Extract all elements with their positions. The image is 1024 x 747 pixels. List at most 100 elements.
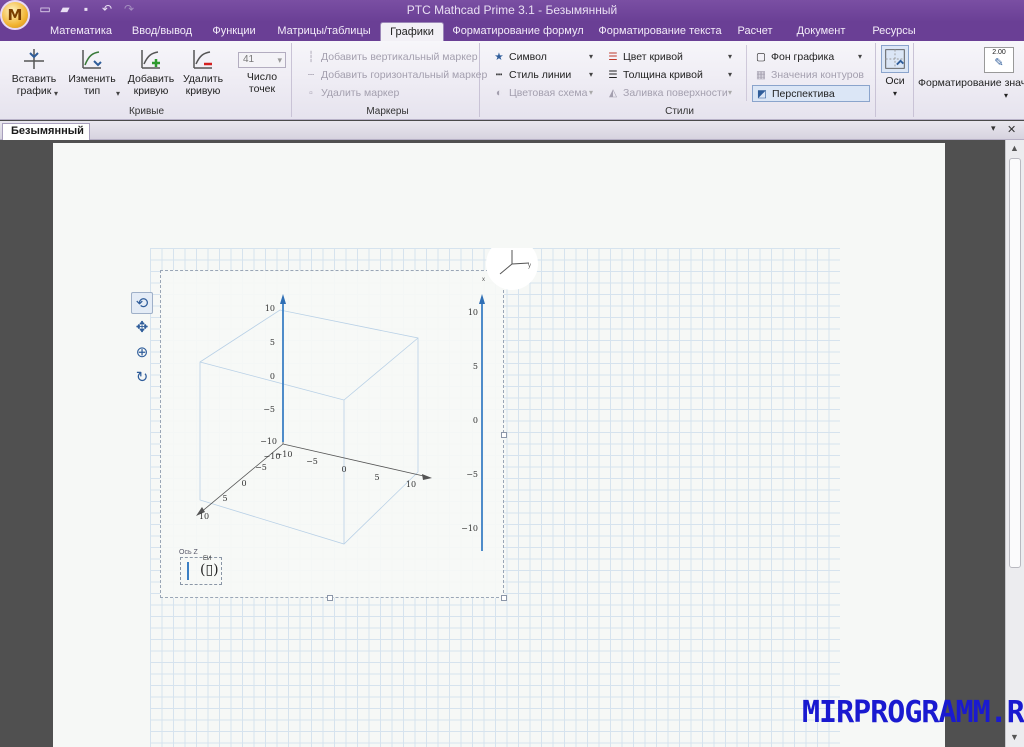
delete-curve-line1: Удалить (182, 73, 224, 85)
perspective-button[interactable]: ◩ Перспектива (752, 85, 870, 102)
symbol-label: Символ (509, 51, 547, 63)
y-tick: −5 (306, 457, 318, 466)
add-curve-icon (141, 50, 160, 69)
points-count-label: Число точек (238, 71, 286, 95)
axes-button[interactable]: Оси ▾ (880, 45, 910, 100)
line-style-dropdown-icon[interactable]: ▾ (589, 70, 593, 79)
symbol-dropdown-icon[interactable]: ▾ (589, 52, 593, 61)
tab-calculation[interactable]: Расчет (730, 22, 780, 41)
line-style-icon: ┅ (495, 69, 503, 81)
surface-fill-dropdown-icon: ▾ (728, 88, 733, 97)
value-format-sample: 2.00 (992, 49, 1006, 56)
curve-color-dropdown-icon[interactable]: ▾ (728, 52, 732, 61)
insert-plot-dropdown-icon[interactable]: ▾ (54, 89, 58, 98)
contour-icon: ▦ (756, 69, 766, 81)
z-axis-arrow-icon (280, 294, 286, 304)
curve-thickness-label: Толщина кривой (623, 69, 703, 81)
add-horizontal-marker-label: Добавить горизонтальный маркер (321, 69, 488, 81)
curve-thickness-dropdown[interactable]: ☰ Толщина кривой (606, 67, 703, 84)
resize-handle-corner[interactable] (501, 595, 507, 601)
symbol-dropdown[interactable]: ★ Символ (492, 49, 547, 66)
tab-plots[interactable]: Графики (380, 22, 444, 41)
surface-fill-icon: ◭ (608, 87, 618, 99)
line-style-label: Стиль линии (509, 69, 572, 81)
x-tick: 5 (222, 494, 227, 503)
tab-io[interactable]: Ввод/вывод (124, 22, 200, 41)
tab-matrices[interactable]: Матрицы/таблицы (268, 22, 380, 41)
resize-handle-bottom[interactable] (327, 595, 333, 601)
add-curve-line2: кривую (133, 85, 169, 97)
y-tick: 5 (374, 473, 379, 482)
curve-color-dropdown[interactable]: ☰ Цвет кривой (606, 49, 683, 66)
insert-plot-line1: Вставить (11, 73, 57, 85)
x-tick: 0 (241, 479, 246, 488)
plot-box (199, 309, 419, 545)
points-line2: точек (248, 83, 276, 95)
delete-marker-button[interactable]: ▫ Удалить маркер (304, 85, 399, 102)
delete-curve-button[interactable]: Удалить кривую (178, 47, 228, 97)
value-format-dropdown-icon[interactable]: ▾ (1004, 91, 1008, 100)
scale-tick: 10 (468, 308, 478, 317)
orientation-triad[interactable]: y x (482, 248, 538, 290)
scrollbar-thumb[interactable] (1009, 158, 1021, 568)
change-type-dropdown-icon[interactable]: ▾ (116, 89, 120, 98)
plot-axes (199, 308, 429, 514)
plot-background-label: Фон графика (771, 51, 835, 63)
ribbon: Вставить график ▾ Изменить тип ▾ Добавит… (0, 41, 1024, 120)
scroll-up-icon[interactable]: ▲ (1010, 143, 1019, 153)
expression-placeholder[interactable]: (▯) (200, 562, 219, 578)
tab-list-icon[interactable]: ▾ (991, 123, 996, 134)
delete-curve-icon (193, 50, 212, 69)
reset-view-icon[interactable]: ↻ (131, 367, 153, 389)
z-tick: 5 (270, 338, 275, 347)
surface-fill-dropdown[interactable]: ◭ Заливка поверхности (606, 85, 728, 102)
line-style-dropdown[interactable]: ┅ Стиль линии (492, 67, 571, 84)
legend-line-sample (187, 562, 189, 580)
color-scheme-dropdown[interactable]: ◐ Цветовая схема (492, 85, 588, 102)
tab-text-format[interactable]: Форматирование текста (590, 22, 730, 41)
plot-background-dropdown[interactable]: ▢ Фон графика (754, 49, 834, 66)
group-markers: ┆ Добавить вертикальный маркер ┄ Добавить … (296, 43, 487, 117)
plot-background-dropdown-icon[interactable]: ▾ (858, 52, 862, 61)
triad-y-label: y (528, 263, 531, 269)
close-icon[interactable]: ✕ (1007, 123, 1016, 136)
group-curves: Вставить график ▾ Изменить тип ▾ Добавит… (2, 43, 292, 117)
change-type-button[interactable]: Изменить тип (66, 47, 118, 97)
add-vertical-marker-button[interactable]: ┆ Добавить вертикальный маркер (304, 49, 478, 66)
value-format-button[interactable]: 2.00 ✎ Форматирование значе ▾ (918, 47, 1024, 102)
contour-values-button[interactable]: ▦ Значения контуров (754, 67, 864, 84)
curve-thickness-dropdown-icon[interactable]: ▾ (728, 70, 732, 79)
change-type-line1: Изменить (68, 73, 116, 85)
3d-plot-canvas[interactable]: y x 10 5 0 −5 −10 −10 −5 0 5 10 10 5 0 −… (160, 248, 540, 558)
pan-icon[interactable]: ✥ (131, 317, 153, 339)
y-axis-arrow-icon (422, 474, 432, 480)
axes-dropdown-icon[interactable]: ▾ (893, 89, 897, 98)
zoom-icon[interactable]: ⊕ (131, 342, 153, 364)
scroll-down-icon[interactable]: ▼ (1010, 732, 1019, 742)
y-tick: 0 (341, 465, 346, 474)
tab-resources[interactable]: Ресурсы (862, 22, 926, 41)
tab-math-format[interactable]: Форматирование формул (446, 22, 590, 41)
points-count-input[interactable]: 41 (238, 52, 286, 68)
curve-color-icon: ☰ (608, 51, 618, 63)
tab-document[interactable]: Документ (780, 22, 862, 41)
add-curve-button[interactable]: Добавить кривую (126, 47, 176, 97)
vertical-scrollbar[interactable]: ▲ ▼ (1005, 140, 1024, 747)
tab-functions[interactable]: Функции (200, 22, 268, 41)
group-styles: ★ Символ ▾ ┅ Стиль линии ▾ ◐ Цветовая схема… (484, 43, 876, 117)
perspective-label: Перспектива (772, 88, 835, 100)
x-tick: −10 (264, 452, 281, 461)
insert-plot-button[interactable]: Вставить график (10, 47, 58, 97)
contour-values-label: Значения контуров (771, 69, 864, 81)
thickness-icon: ☰ (608, 69, 618, 81)
app-menu-button[interactable]: M (0, 0, 30, 30)
document-tabbar: Безымянный ▾ ✕ (0, 121, 1024, 140)
add-horizontal-marker-button[interactable]: ┄ Добавить горизонтальный маркер (304, 67, 488, 84)
scale-arrow-icon (479, 294, 485, 304)
rotate-icon[interactable]: ⟲ (131, 292, 153, 314)
document-tab[interactable]: Безымянный (2, 123, 90, 140)
group-axes: Оси ▾ (878, 43, 914, 117)
change-type-icon (82, 50, 102, 69)
tab-math[interactable]: Математика (38, 22, 124, 41)
value-format-icon: 2.00 ✎ (984, 47, 1014, 73)
